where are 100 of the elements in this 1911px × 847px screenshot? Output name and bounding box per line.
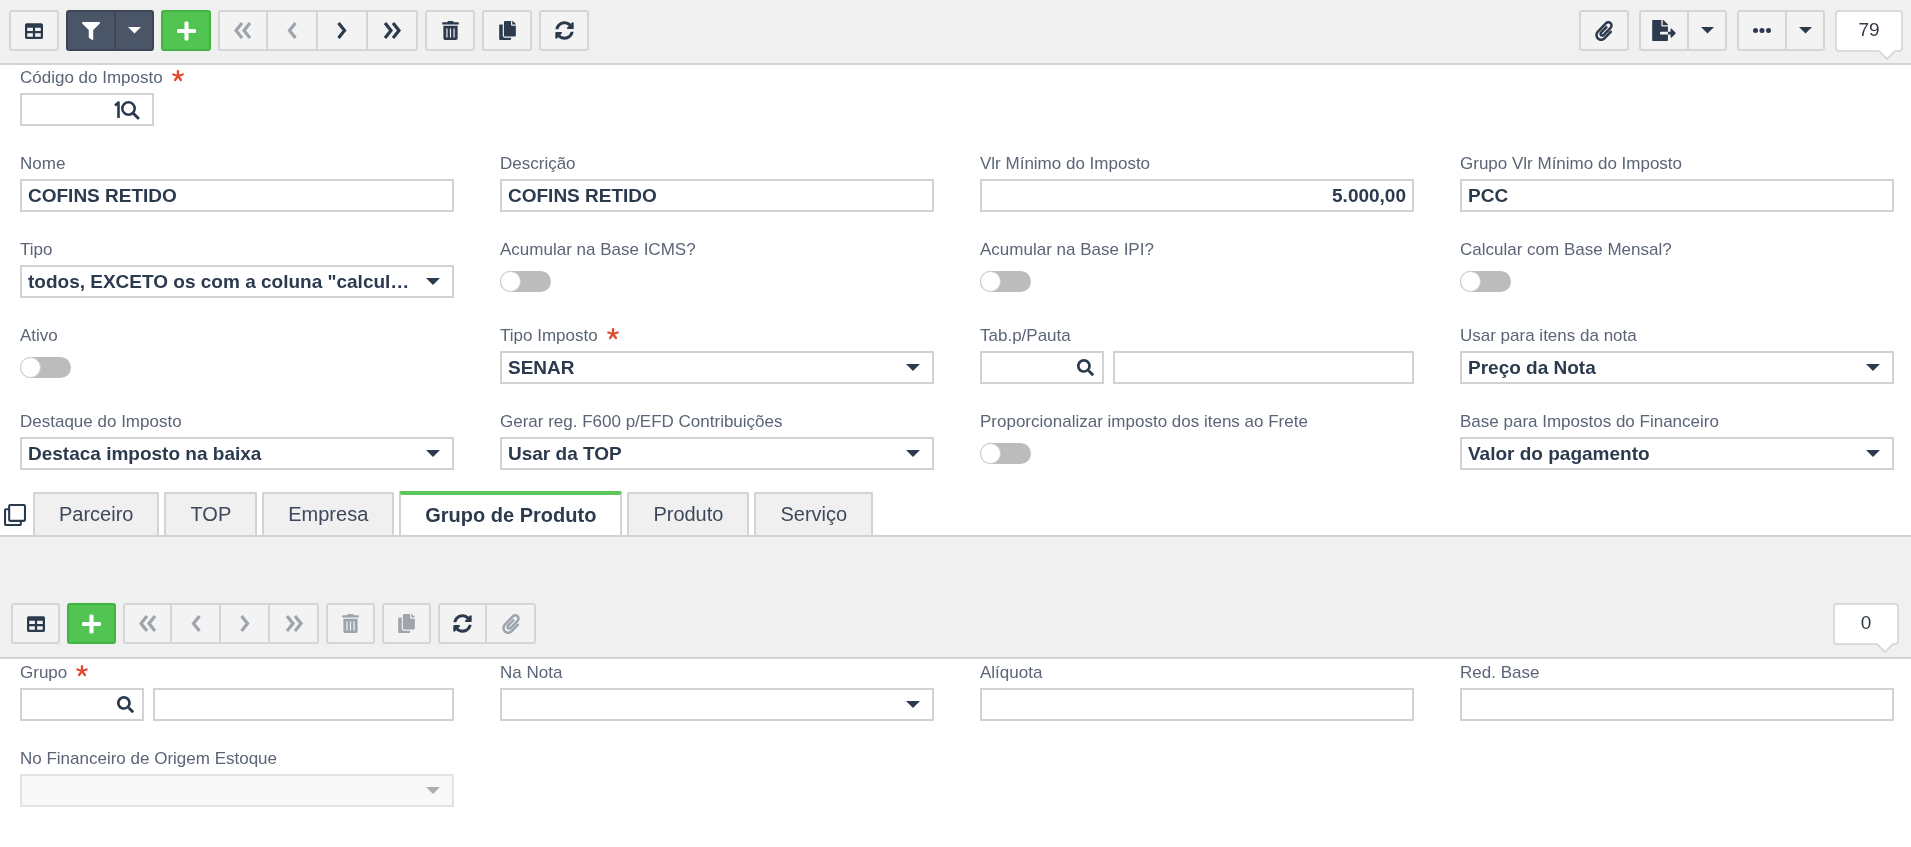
number-field[interactable]: 5.000,00 (980, 179, 1414, 212)
text-field[interactable] (980, 688, 1414, 721)
caret-icon (1866, 364, 1880, 371)
duplicate-button[interactable] (482, 10, 532, 51)
field-label: Vlr Mínimo do Imposto (980, 155, 1151, 173)
field-label: Proporcionalizar imposto dos itens ao Frete (980, 413, 1308, 431)
double-chevron-right-icon (382, 21, 402, 40)
text-field[interactable]: PCC (1460, 179, 1894, 212)
copy-icon (498, 21, 516, 40)
text-field[interactable] (1460, 688, 1894, 721)
tab[interactable]: Empresa (262, 492, 395, 535)
text-field[interactable]: COFINS RETIDO (500, 179, 934, 212)
dropdown-field[interactable]: Preço da Nota (1460, 351, 1894, 384)
dropdown-field[interactable]: Usar da TOP (500, 437, 934, 470)
add-button[interactable] (67, 603, 116, 644)
table-icon (25, 21, 43, 40)
field-label: Na Nota (500, 664, 563, 682)
caret-icon (426, 278, 440, 285)
field-label: Ativo (20, 327, 58, 345)
field-label: Nome (20, 155, 66, 173)
caret-icon (906, 450, 920, 457)
dropdown-field[interactable]: SENAR (500, 351, 934, 384)
double-chevron-right-icon (283, 614, 304, 633)
field-label: Alíquota (980, 664, 1043, 682)
refresh-button[interactable] (539, 10, 589, 51)
chevron-left-icon (286, 21, 298, 40)
export-button[interactable] (1639, 10, 1689, 51)
description-field[interactable] (153, 688, 454, 721)
field-label: Calcular com Base Mensal? (1460, 241, 1672, 259)
toggle-switch[interactable] (500, 271, 551, 292)
search-icon (117, 696, 134, 713)
caret-icon (906, 364, 920, 371)
ellipsis-icon (1753, 28, 1771, 33)
field-label: No Financeiro de Origem Estoque (20, 750, 278, 768)
caret-icon (426, 450, 440, 457)
add-button[interactable] (161, 10, 211, 51)
refresh-button[interactable] (438, 603, 487, 644)
caret-icon (1866, 450, 1880, 457)
chevron-right-icon (336, 21, 348, 40)
record-count: 79 (1835, 10, 1903, 60)
field-label: Tab.p/Pauta (980, 327, 1071, 345)
paperclip-icon (1595, 20, 1613, 41)
attach-button[interactable] (1579, 10, 1629, 51)
export-icon (1652, 20, 1676, 41)
chevron-left-icon (189, 614, 202, 633)
copy-icon (398, 614, 415, 633)
dropdown-field[interactable]: Destaca imposto na baixa (20, 437, 454, 470)
caret-icon (1700, 27, 1714, 34)
field-label: Código do Imposto (20, 69, 163, 87)
tab[interactable]: TOP (164, 492, 258, 535)
trash-icon (441, 21, 459, 40)
dropdown-field[interactable] (500, 688, 934, 721)
field-label: Acumular na Base IPI? (980, 241, 1154, 259)
toggle-switch[interactable] (1460, 271, 1511, 292)
clone-icon[interactable] (4, 504, 26, 526)
table-icon (26, 614, 45, 633)
field-label: Base para Impostos do Financeiro (1460, 413, 1719, 431)
paperclip-icon (501, 613, 520, 634)
text-field[interactable]: COFINS RETIDO (20, 179, 454, 212)
next-button[interactable] (318, 10, 368, 51)
field-label: Acumular na Base ICMS? (500, 241, 696, 259)
lookup-field[interactable] (980, 351, 1104, 384)
field-label: Tipo Imposto (500, 327, 598, 345)
trash-icon (342, 614, 359, 633)
lookup-field[interactable] (20, 93, 154, 126)
dropdown-field[interactable]: Valor do pagamento (1460, 437, 1894, 470)
search-icon (1077, 359, 1094, 376)
refresh-icon (453, 614, 472, 633)
grid-view-button[interactable] (11, 603, 60, 644)
field-label: Grupo Vlr Mínimo do Imposto (1460, 155, 1683, 173)
refresh-icon (554, 21, 574, 40)
tab[interactable]: Serviço (754, 492, 874, 535)
dropdown-field[interactable]: todos, EXCETO os com a coluna "calcul… (20, 265, 454, 298)
field-label: Red. Base (1460, 664, 1540, 682)
lookup-field[interactable] (20, 688, 144, 721)
double-chevron-left-icon (233, 21, 253, 40)
toggle-switch[interactable] (20, 357, 71, 378)
description-field[interactable] (1113, 351, 1414, 384)
toggle-switch[interactable] (980, 271, 1031, 292)
field-label: Usar para itens da nota (1460, 327, 1637, 345)
filter-icon (82, 21, 100, 40)
tab[interactable]: Grupo de Produto (399, 491, 623, 535)
delete-button[interactable] (425, 10, 475, 51)
plus-icon (82, 612, 101, 635)
chevron-right-icon (238, 614, 251, 633)
dropdown-button[interactable] (116, 10, 154, 51)
field-label: Destaque do Imposto (20, 413, 182, 431)
caret-icon (1798, 27, 1812, 34)
field-label: Grupo (20, 664, 68, 682)
numbered-search-icon (113, 99, 140, 120)
tab[interactable]: Parceiro (33, 492, 160, 535)
grid-view-button[interactable] (9, 10, 59, 51)
field-label: Descrição (500, 155, 576, 173)
tab[interactable]: Produto (627, 492, 750, 535)
caret-icon (127, 27, 141, 34)
filter-button[interactable] (66, 10, 116, 51)
last-record-button[interactable] (368, 10, 418, 51)
toggle-switch[interactable] (980, 443, 1031, 464)
more-button[interactable] (1737, 10, 1787, 51)
caret-icon (426, 787, 440, 794)
